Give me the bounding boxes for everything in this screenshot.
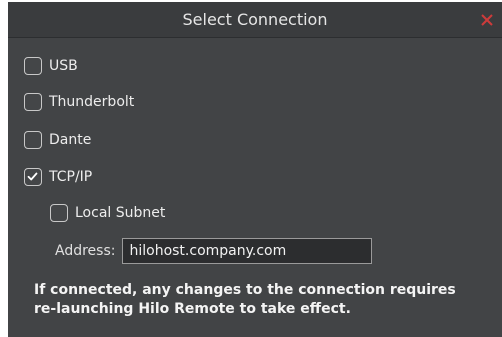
usb-checkbox[interactable] bbox=[24, 57, 42, 75]
close-icon bbox=[481, 14, 493, 26]
dante-checkbox[interactable] bbox=[24, 131, 42, 149]
option-local-subnet[interactable]: Local Subnet bbox=[50, 202, 165, 224]
usb-label: USB bbox=[49, 58, 78, 74]
dialog-title: Select Connection bbox=[182, 10, 328, 29]
checkmark-icon bbox=[27, 172, 38, 181]
note-line-1: If connected, any changes to the connect… bbox=[34, 282, 456, 298]
note-line-2: re-launching Hilo Remote to take effect. bbox=[34, 301, 351, 317]
reconnect-note: If connected, any changes to the connect… bbox=[34, 281, 502, 319]
tcpip-checkbox[interactable] bbox=[24, 168, 42, 186]
thunderbolt-checkbox[interactable] bbox=[24, 93, 42, 111]
close-button[interactable] bbox=[478, 11, 496, 29]
local-subnet-checkbox[interactable] bbox=[50, 204, 68, 222]
option-dante[interactable]: Dante bbox=[24, 129, 91, 151]
local-subnet-label: Local Subnet bbox=[75, 205, 166, 221]
address-input[interactable] bbox=[122, 238, 373, 264]
thunderbolt-label: Thunderbolt bbox=[49, 94, 135, 110]
dante-label: Dante bbox=[49, 132, 92, 148]
title-bar: Select Connection bbox=[8, 2, 502, 38]
option-usb[interactable]: USB bbox=[24, 55, 78, 77]
address-label: Address: bbox=[55, 243, 116, 259]
option-tcpip[interactable]: TCP/IP bbox=[24, 166, 92, 188]
tcpip-label: TCP/IP bbox=[49, 169, 93, 185]
address-row: Address: bbox=[55, 238, 373, 264]
select-connection-dialog: Select Connection USB Thunderbolt Dante … bbox=[8, 2, 502, 337]
option-thunderbolt[interactable]: Thunderbolt bbox=[24, 91, 134, 113]
